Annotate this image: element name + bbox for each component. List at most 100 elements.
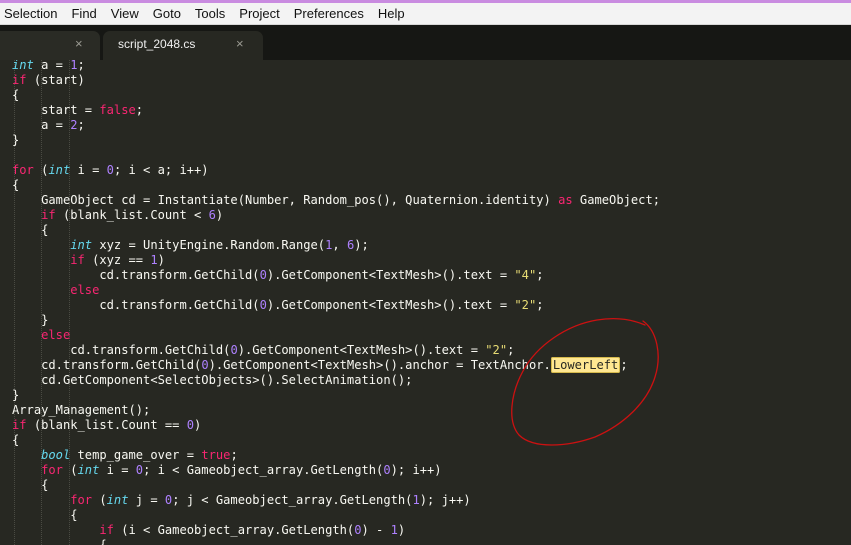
- code-token: GameObject cd = Instantiate(Number, Rand…: [12, 193, 559, 207]
- code-token: 0: [383, 463, 391, 477]
- code-line[interactable]: {: [12, 508, 77, 523]
- code-token: 1: [150, 253, 158, 267]
- code-token: cd.transform.GetChild(: [12, 268, 260, 282]
- code-token: ; i < a; i++): [113, 163, 209, 177]
- code-token: (: [33, 163, 49, 177]
- code-token: bool: [41, 448, 71, 462]
- code-token: 0: [135, 463, 144, 477]
- code-token: }: [12, 388, 20, 402]
- code-token: else: [70, 283, 100, 297]
- tab-previous-file[interactable]: ×: [0, 31, 100, 60]
- code-line[interactable]: {: [12, 433, 19, 448]
- code-token: (blank_list.Count ==: [26, 418, 187, 432]
- code-line[interactable]: else: [12, 283, 99, 298]
- code-line[interactable]: for (int j = 0; j < Gameobject_array.Get…: [12, 493, 471, 508]
- code-token: (start): [26, 73, 85, 87]
- menu-bar: Selection Find View Goto Tools Project P…: [0, 3, 851, 25]
- code-line[interactable]: for (int i = 0; i < a; i++): [12, 163, 209, 178]
- code-line[interactable]: bool temp_game_over = true;: [12, 448, 238, 463]
- code-line[interactable]: if (blank_list.Count == 0): [12, 418, 201, 433]
- code-token: ; j < Gameobject_array.GetLength(: [172, 493, 413, 507]
- code-token: ); i++): [390, 463, 442, 477]
- code-token: {: [12, 433, 20, 447]
- code-editor[interactable]: int a = 1; if (start){ start = false; a =…: [0, 60, 851, 545]
- menu-help[interactable]: Help: [371, 3, 412, 24]
- code-token: 0: [354, 523, 362, 537]
- code-line[interactable]: {: [12, 178, 19, 193]
- code-line[interactable]: {: [12, 538, 107, 545]
- code-token: ); j++): [419, 493, 471, 507]
- menu-tools[interactable]: Tools: [188, 3, 232, 24]
- code-token: as: [558, 193, 573, 207]
- code-token: for: [12, 163, 34, 177]
- code-token: {: [12, 88, 20, 102]
- code-line[interactable]: cd.transform.GetChild(0).GetComponent<Te…: [12, 357, 628, 373]
- code-token: ): [215, 208, 224, 222]
- code-line[interactable]: {: [12, 223, 48, 238]
- code-line[interactable]: else: [12, 328, 70, 343]
- code-line[interactable]: {: [12, 478, 48, 493]
- code-line[interactable]: cd.transform.GetChild(0).GetComponent<Te…: [12, 268, 544, 283]
- close-icon[interactable]: ×: [75, 36, 83, 51]
- code-line[interactable]: }: [12, 313, 48, 328]
- code-token: temp_game_over =: [70, 448, 202, 462]
- code-line[interactable]: if (i < Gameobject_array.GetLength(0) - …: [12, 523, 405, 538]
- menu-view[interactable]: View: [104, 3, 146, 24]
- menu-preferences[interactable]: Preferences: [287, 3, 371, 24]
- code-line[interactable]: }: [12, 388, 19, 403]
- code-token: 0: [259, 268, 267, 282]
- code-token: if: [99, 523, 114, 537]
- code-token: if: [12, 418, 27, 432]
- code-token: ): [157, 253, 165, 267]
- menu-find[interactable]: Find: [64, 3, 103, 24]
- code-token: (i < Gameobject_array.GetLength(: [113, 523, 355, 537]
- menu-goto[interactable]: Goto: [146, 3, 188, 24]
- code-token: ;: [536, 268, 544, 282]
- tab-bar: × script_2048.cs ×: [0, 25, 851, 60]
- code-token: true: [201, 448, 231, 462]
- code-token: for: [41, 463, 63, 477]
- code-line[interactable]: cd.transform.GetChild(0).GetComponent<Te…: [12, 343, 514, 358]
- code-line[interactable]: Array_Management();: [12, 403, 150, 418]
- code-line[interactable]: int xyz = UnityEngine.Random.Range(1, 6)…: [12, 238, 369, 253]
- code-token: (blank_list.Count <: [55, 208, 209, 222]
- code-line[interactable]: }: [12, 133, 19, 148]
- code-line[interactable]: a = 2;: [12, 118, 85, 133]
- code-token: 0: [230, 343, 238, 357]
- code-line[interactable]: GameObject cd = Instantiate(Number, Rand…: [12, 193, 660, 208]
- code-line[interactable]: int a = 1;: [12, 60, 85, 73]
- tab-script-2048[interactable]: script_2048.cs ×: [103, 31, 263, 60]
- code-token: if: [70, 253, 85, 267]
- code-token: cd.GetComponent<SelectObjects>().SelectA…: [12, 373, 413, 387]
- code-line[interactable]: for (int i = 0; i < Gameobject_array.Get…: [12, 463, 442, 478]
- code-line[interactable]: start = false;: [12, 103, 143, 118]
- menu-selection[interactable]: Selection: [0, 3, 64, 24]
- code-token: for: [70, 493, 93, 507]
- code-token: "4": [514, 268, 537, 282]
- code-token: ) -: [361, 523, 391, 537]
- code-token: 6: [208, 208, 216, 222]
- menu-project[interactable]: Project: [232, 3, 286, 24]
- code-line[interactable]: if (xyz == 1): [12, 253, 165, 268]
- close-icon[interactable]: ×: [236, 36, 244, 51]
- code-token: i =: [70, 163, 107, 177]
- code-line[interactable]: cd.transform.GetChild(0).GetComponent<Te…: [12, 298, 543, 313]
- code-token: (: [62, 463, 78, 477]
- code-line[interactable]: if (blank_list.Count < 6): [12, 208, 223, 223]
- code-line[interactable]: cd.GetComponent<SelectObjects>().SelectA…: [12, 373, 412, 388]
- code-token: {: [12, 538, 107, 545]
- code-line[interactable]: if (start): [12, 73, 85, 88]
- code-token: else: [41, 328, 71, 342]
- code-token: ;: [77, 60, 85, 72]
- code-token: i =: [99, 463, 136, 477]
- code-token: }: [12, 133, 20, 147]
- code-line[interactable]: {: [12, 88, 19, 103]
- code-token: j =: [128, 493, 165, 507]
- code-token: ): [194, 418, 202, 432]
